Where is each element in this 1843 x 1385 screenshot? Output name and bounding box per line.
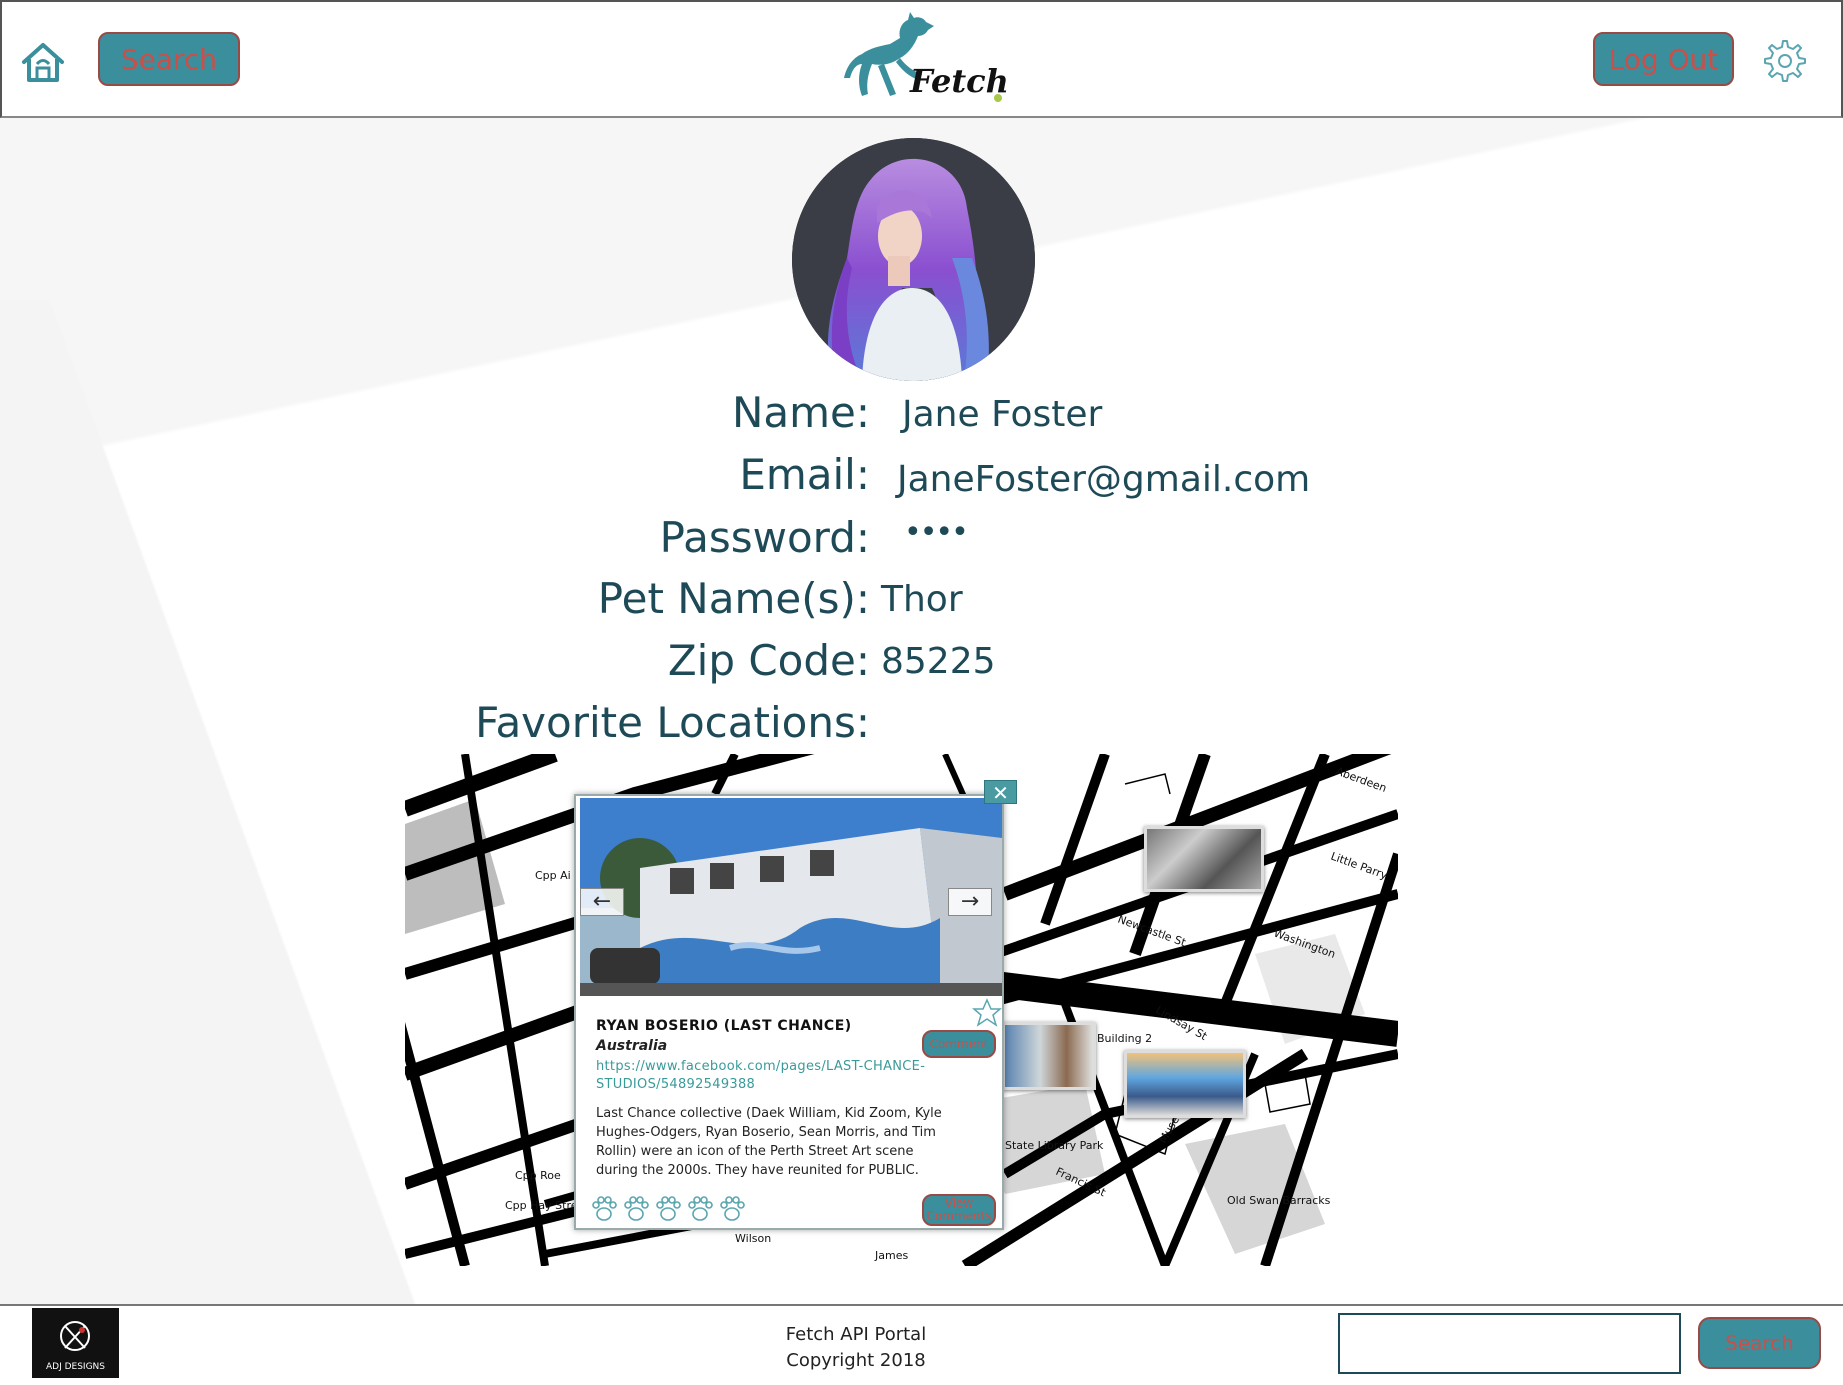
map-label-state-library: State Library Park [1005, 1139, 1104, 1152]
name-value: Jane Foster [902, 394, 1103, 435]
location-description: Last Chance collective (Daek William, Ki… [596, 1106, 942, 1178]
gear-icon[interactable] [1760, 38, 1806, 84]
name-label: Name: [731, 388, 870, 437]
map-label-wilson: Wilson [735, 1232, 771, 1245]
paw-icon [656, 1196, 681, 1221]
map-location-thumbnail[interactable] [1144, 826, 1264, 892]
paw-rating[interactable] [590, 1194, 750, 1224]
favorite-locations-label: Favorite Locations: [475, 698, 870, 747]
footer-line-1: Fetch API Portal [785, 1324, 927, 1345]
favorite-star-icon[interactable] [972, 998, 1002, 1028]
avatar-portrait [792, 138, 1035, 381]
footer-line-2: Copyright 2018 [786, 1350, 926, 1371]
email-label: Email: [739, 450, 870, 499]
paw-icon [720, 1196, 745, 1221]
comment-button[interactable]: Comment [922, 1030, 996, 1058]
location-popup: ← → RYAN BOSERIO (LAST CHANCE) Australia… [574, 794, 1004, 1230]
map-location-thumbnail[interactable] [1124, 1050, 1246, 1118]
location-country: Australia [596, 1038, 668, 1054]
home-icon[interactable] [20, 40, 66, 84]
profile-avatar[interactable] [792, 138, 1035, 381]
map-label-building-2: Building 2 [1097, 1032, 1152, 1045]
view-comments-button[interactable]: View Comments [922, 1194, 996, 1226]
pet-name-label: Pet Name(s): [597, 574, 870, 623]
footer-portal-text: Fetch API Portal Copyright 2018 [760, 1322, 952, 1374]
logo-text: Fetch [910, 62, 1009, 100]
zip-code-label: Zip Code: [667, 636, 870, 685]
map-label-old-swan: Old Swan Barracks [1227, 1194, 1331, 1207]
location-title: RYAN BOSERIO (LAST CHANCE) [596, 1018, 852, 1034]
paw-icon [688, 1196, 713, 1221]
location-link[interactable]: https://www.facebook.com/pages/LAST-CHAN… [596, 1058, 926, 1094]
next-photo-button[interactable]: → [948, 888, 992, 916]
map-label-cpp-roe: Cpp Roe [515, 1169, 561, 1182]
password-value: •••• [904, 515, 969, 550]
location-photo [580, 798, 1002, 996]
close-popup-button[interactable]: ✕ [984, 780, 1017, 805]
adj-designs-logo: ADJ DESIGNS [32, 1308, 119, 1378]
map-location-thumbnail[interactable] [1002, 1022, 1096, 1090]
zip-code-value: 85225 [881, 641, 996, 682]
footer-search-input[interactable] [1338, 1313, 1681, 1374]
paw-icon [592, 1196, 617, 1221]
pet-name-value: Thor [881, 579, 963, 620]
password-label: Password: [659, 513, 870, 562]
email-value: JaneFoster@gmail.com [897, 459, 1311, 500]
search-button[interactable]: Search [98, 32, 240, 86]
footer-search-button[interactable]: Search [1698, 1317, 1821, 1369]
logout-button[interactable]: Log Out [1593, 32, 1734, 86]
logo-ball-icon [994, 94, 1002, 102]
paw-icon [624, 1196, 649, 1221]
map-label-james: James [874, 1249, 908, 1262]
previous-photo-button[interactable]: ← [580, 888, 624, 916]
adj-designs-text: ADJ DESIGNS [45, 1362, 105, 1372]
